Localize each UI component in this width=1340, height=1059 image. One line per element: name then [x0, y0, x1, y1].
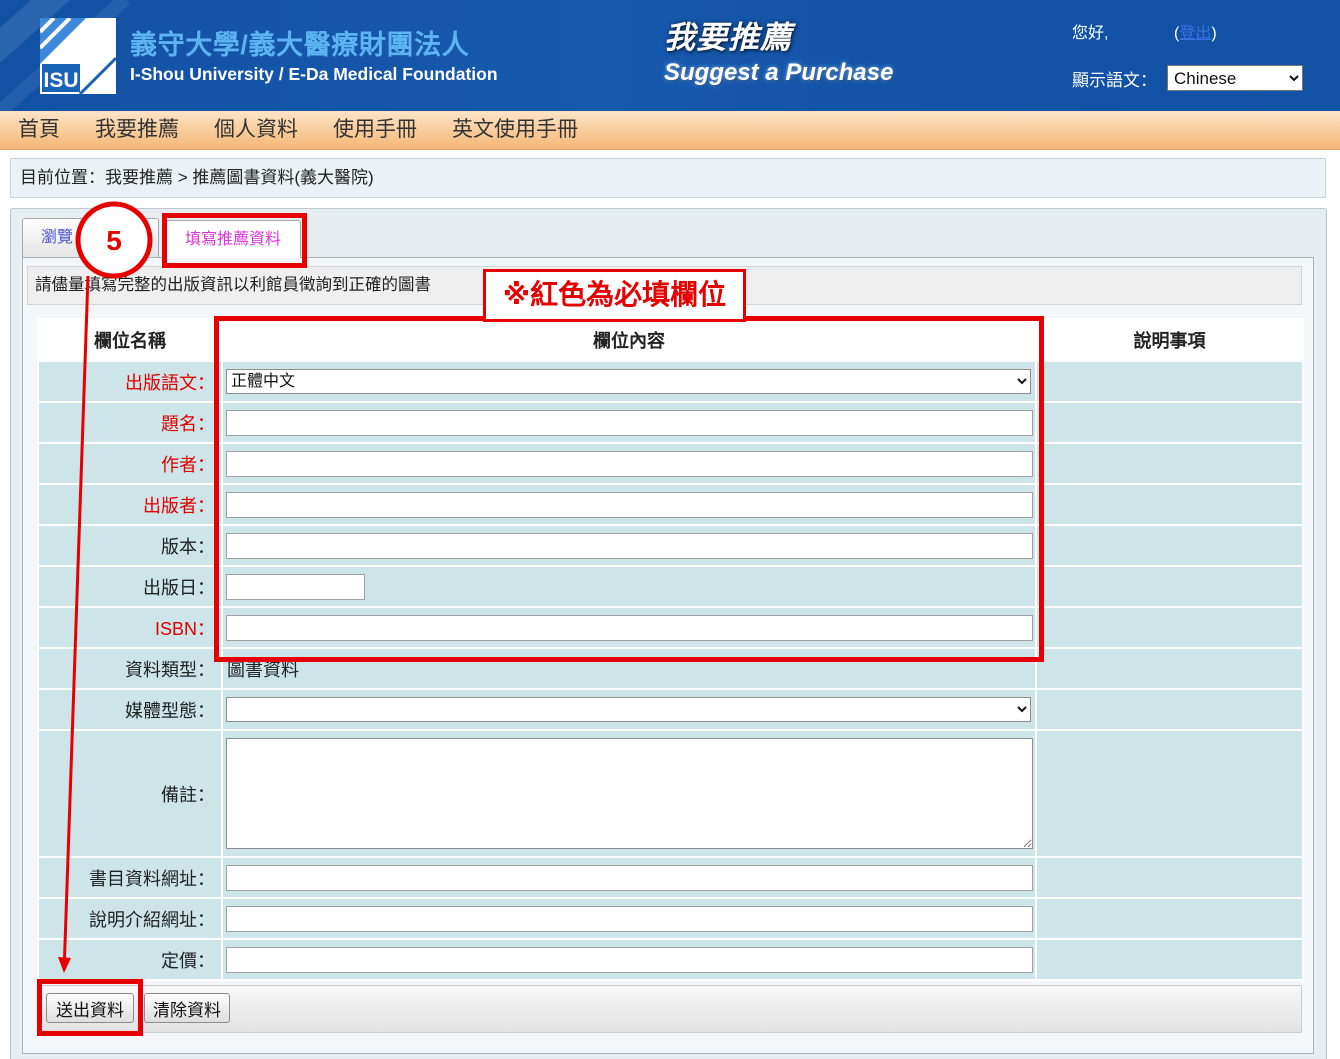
price-input[interactable]: [226, 946, 1033, 973]
field-note-cell: [1035, 483, 1304, 526]
form-row-isbn: ISBN：: [37, 606, 1304, 649]
field-label-edition: 版本：: [37, 524, 223, 567]
column-header-field-content: 欄位內容: [221, 318, 1037, 362]
form-row-publication-language: 出版語文： 正體中文: [37, 360, 1304, 403]
form-button-bar: 送出資料 清除資料: [37, 985, 1302, 1033]
publication-date-input[interactable]: [226, 573, 365, 600]
field-note-cell: [1035, 897, 1304, 940]
nav-item-manual[interactable]: 使用手冊: [333, 111, 417, 149]
field-label-title: 題名：: [37, 401, 223, 444]
field-note-cell: [1035, 606, 1304, 649]
media-type-select[interactable]: [226, 697, 1031, 722]
field-label-author: 作者：: [37, 442, 223, 485]
logout-link[interactable]: 登出: [1179, 25, 1211, 42]
form-row-media-type: 媒體型態：: [37, 688, 1304, 731]
field-note-cell: [1035, 442, 1304, 485]
form-row-publisher: 出版者：: [37, 483, 1304, 526]
field-note-cell: [1035, 565, 1304, 608]
required-fields-note: ※紅色為必填欄位: [483, 269, 746, 322]
field-note-cell: [1035, 688, 1304, 731]
field-label-price: 定價：: [37, 938, 223, 981]
form-row-price: 定價：: [37, 938, 1304, 981]
tab-browse[interactable]: 瀏覽: [22, 218, 159, 257]
edition-input[interactable]: [226, 532, 1033, 559]
page-title-en: Suggest a Purchase: [664, 59, 894, 86]
publication-language-select[interactable]: 正體中文: [226, 369, 1031, 394]
logout-paren-close: ): [1211, 25, 1217, 42]
svg-text:ISU: ISU: [43, 69, 78, 92]
page-title-zh: 我要推薦: [664, 20, 792, 55]
field-control-cell: [221, 897, 1037, 940]
isu-logo: ISU: [38, 16, 118, 96]
field-control-cell: [221, 688, 1037, 731]
org-name-zh: 義守大學/義大醫療財團法人: [130, 30, 470, 60]
form-row-remarks: 備註：: [37, 729, 1304, 858]
clear-button[interactable]: 清除資料: [144, 993, 230, 1023]
field-control-cell: 正體中文: [221, 360, 1037, 403]
field-control-cell: 圖書資料: [221, 647, 1037, 690]
author-input[interactable]: [226, 450, 1033, 477]
logout-group: (登出): [1174, 23, 1217, 45]
tab-fill-recommendation[interactable]: 填寫推薦資料: [165, 220, 301, 258]
field-control-cell: [221, 729, 1037, 858]
column-header-notes: 說明事項: [1035, 318, 1304, 362]
field-note-cell: [1035, 401, 1304, 444]
form-row-title: 題名：: [37, 401, 1304, 444]
field-control-cell: [221, 938, 1037, 981]
field-note-cell: [1035, 938, 1304, 981]
catalog-url-input[interactable]: [226, 864, 1033, 891]
field-label-catalog-url: 書目資料網址：: [37, 856, 223, 899]
title-input[interactable]: [226, 409, 1033, 436]
field-control-cell: [221, 606, 1037, 649]
greeting-text: 您好,: [1072, 25, 1109, 42]
description-url-input[interactable]: [226, 905, 1033, 932]
recommendation-form-table: 欄位名稱 欄位內容 說明事項 出版語文： 正體中文 題名： 作者： 出版者： 版…: [37, 318, 1304, 981]
field-note-cell: [1035, 729, 1304, 858]
field-label-media-type: 媒體型態：: [37, 688, 223, 731]
isu-logo-graphic: ISU: [38, 16, 118, 96]
org-name-en: I-Shou University / E-Da Medical Foundat…: [130, 64, 498, 84]
field-label-publisher: 出版者：: [37, 483, 223, 526]
field-label-publication-date: 出版日：: [37, 565, 223, 608]
form-row-publication-date: 出版日：: [37, 565, 1304, 608]
nav-item-profile[interactable]: 個人資料: [214, 111, 298, 149]
site-header: ISU 義守大學/義大醫療財團法人 I-Shou University / E-…: [0, 0, 1340, 111]
submit-button[interactable]: 送出資料: [46, 993, 134, 1023]
field-note-cell: [1035, 856, 1304, 899]
main-nav: 首頁 我要推薦 個人資料 使用手冊 英文使用手冊: [0, 111, 1340, 150]
field-control-cell: [221, 856, 1037, 899]
field-control-cell: [221, 442, 1037, 485]
form-row-catalog-url: 書目資料網址：: [37, 856, 1304, 899]
material-type-value: 圖書資料: [227, 659, 299, 680]
field-note-cell: [1035, 524, 1304, 567]
language-label: 顯示語文：: [1072, 71, 1157, 90]
column-header-field-name: 欄位名稱: [37, 318, 223, 362]
nav-item-home[interactable]: 首頁: [18, 111, 60, 149]
field-label-description-url: 說明介紹網址：: [37, 897, 223, 940]
field-note-cell: [1035, 647, 1304, 690]
field-control-cell: [221, 401, 1037, 444]
field-control-cell: [221, 524, 1037, 567]
field-label-material-type: 資料類型：: [37, 647, 223, 690]
field-note-cell: [1035, 360, 1304, 403]
remarks-textarea[interactable]: [226, 738, 1033, 849]
form-row-edition: 版本：: [37, 524, 1304, 567]
form-row-author: 作者：: [37, 442, 1304, 485]
field-control-cell: [221, 565, 1037, 608]
form-row-description-url: 說明介紹網址：: [37, 897, 1304, 940]
isbn-input[interactable]: [226, 614, 1033, 641]
nav-item-english-manual[interactable]: 英文使用手冊: [452, 111, 578, 149]
field-label-publication-language: 出版語文：: [37, 360, 223, 403]
form-row-material-type: 資料類型： 圖書資料: [37, 647, 1304, 690]
field-label-remarks: 備註：: [37, 729, 223, 858]
publisher-input[interactable]: [226, 491, 1033, 518]
table-header-row: 欄位名稱 欄位內容 說明事項: [37, 318, 1304, 362]
field-label-isbn: ISBN：: [37, 606, 223, 649]
language-select[interactable]: Chinese: [1167, 65, 1303, 91]
field-control-cell: [221, 483, 1037, 526]
nav-item-recommend[interactable]: 我要推薦: [95, 111, 179, 149]
breadcrumb: 目前位置：我要推薦 > 推薦圖書資料(義大醫院): [10, 158, 1326, 198]
